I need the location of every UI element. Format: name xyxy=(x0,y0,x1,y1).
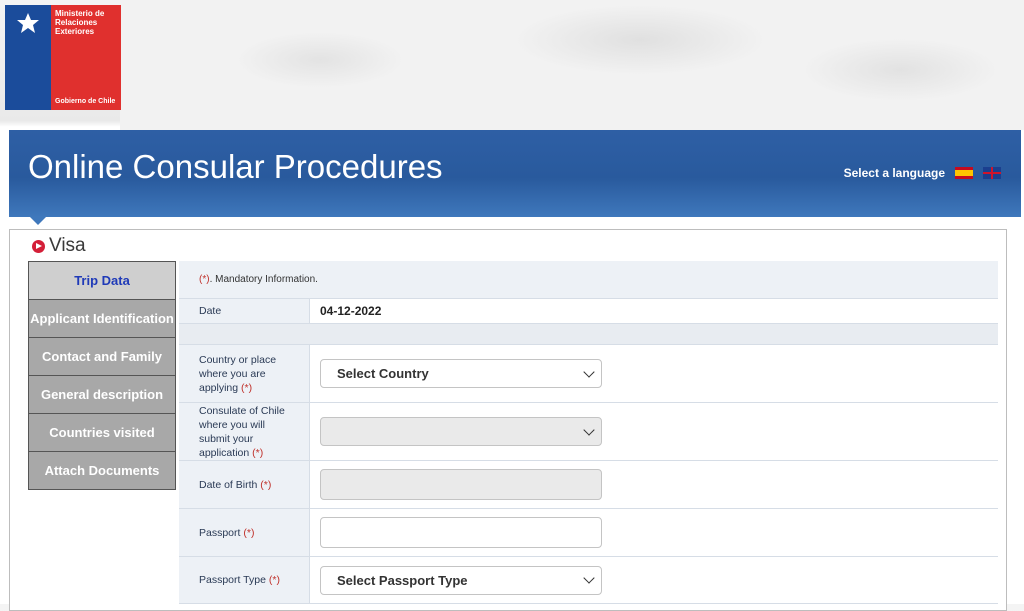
nav-trip-data[interactable]: Trip Data xyxy=(28,261,176,300)
country-select-value: Select Country xyxy=(337,366,429,381)
consulate-row: Consulate of Chile where you will submit… xyxy=(179,403,998,461)
mandatory-text: . Mandatory Information. xyxy=(209,274,318,285)
nav-applicant-identification[interactable]: Applicant Identification xyxy=(28,300,176,338)
dob-label: Date of Birth (*) xyxy=(179,461,309,508)
nav-countries-visited[interactable]: Countries visited xyxy=(28,414,176,452)
bullet-arrow-icon xyxy=(32,239,45,253)
nav-contact-and-family[interactable]: Contact and Family xyxy=(28,338,176,376)
dob-row: Date of Birth (*) xyxy=(179,461,998,509)
country-label: Country or place where you are applying … xyxy=(179,345,309,402)
trip-data-form: (*) . Mandatory Information. Date 04-12-… xyxy=(179,261,998,604)
date-label: Date xyxy=(179,299,309,323)
visa-panel: Visa Trip Data Applicant Identification … xyxy=(9,229,1007,611)
country-select[interactable]: Select Country xyxy=(320,359,602,388)
passport-type-select-value: Select Passport Type xyxy=(337,572,468,588)
passport-type-row: Passport Type (*) Select Passport Type xyxy=(179,557,998,604)
passport-label: Passport (*) xyxy=(179,509,309,556)
date-value: 04-12-2022 xyxy=(320,304,382,318)
logo-line3: Exteriores xyxy=(55,27,95,36)
background-map xyxy=(120,0,1024,130)
spacer-row xyxy=(179,324,998,345)
header-pointer xyxy=(30,217,46,225)
passport-input[interactable] xyxy=(320,517,602,548)
passport-row: Passport (*) xyxy=(179,509,998,557)
page-title: Online Consular Procedures xyxy=(28,148,443,185)
logo-footer: Gobierno de Chile xyxy=(55,98,116,105)
required-marker: (*) xyxy=(199,274,210,285)
logo-line2: Relaciones xyxy=(55,18,98,27)
logo-text: Ministerio de Relaciones Exteriores Gobi… xyxy=(51,5,121,110)
step-navigation: Trip Data Applicant Identification Conta… xyxy=(28,261,176,490)
chevron-down-icon xyxy=(583,423,595,436)
page-header: Online Consular Procedures Select a lang… xyxy=(9,130,1021,217)
ministry-logo[interactable]: Ministerio de Relaciones Exteriores Gobi… xyxy=(5,5,121,110)
chile-coat-of-arms-icon xyxy=(5,5,51,110)
consulate-label: Consulate of Chile where you will submit… xyxy=(179,403,309,460)
consulate-select[interactable] xyxy=(320,417,602,446)
section-title: Visa xyxy=(32,235,86,257)
passport-type-label: Passport Type (*) xyxy=(179,557,309,603)
chevron-down-icon xyxy=(583,572,595,584)
mandatory-info: (*) . Mandatory Information. xyxy=(179,261,998,299)
language-selector: Select a language xyxy=(844,166,1001,180)
nav-general-description[interactable]: General description xyxy=(28,376,176,414)
dob-input[interactable] xyxy=(320,469,602,500)
passport-type-select[interactable]: Select Passport Type xyxy=(320,565,602,595)
uk-flag-icon[interactable] xyxy=(983,167,1001,179)
logo-line1: Ministerio de xyxy=(55,9,105,18)
chevron-down-icon xyxy=(583,365,595,378)
date-row: Date 04-12-2022 xyxy=(179,299,998,324)
language-label: Select a language xyxy=(843,166,945,180)
country-row: Country or place where you are applying … xyxy=(179,345,998,403)
spain-flag-icon[interactable] xyxy=(955,167,973,179)
nav-attach-documents[interactable]: Attach Documents xyxy=(28,452,176,490)
section-title-text: Visa xyxy=(49,235,86,256)
